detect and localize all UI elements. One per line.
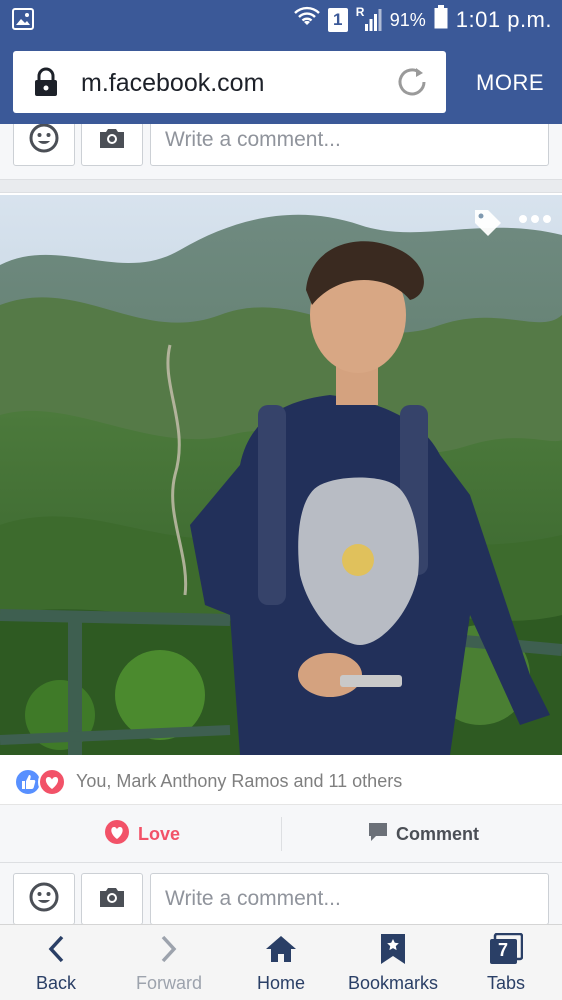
browser-toolbar: m.facebook.com MORE: [0, 40, 562, 124]
comment-label: Comment: [396, 823, 480, 844]
more-button[interactable]: MORE: [476, 70, 544, 96]
status-bar: 1 R 91% 1:01 p.m.: [0, 0, 562, 40]
wifi-icon: [293, 5, 320, 35]
smiley-icon: [29, 124, 59, 158]
love-icon: [104, 819, 130, 850]
comment-input[interactable]: Write a comment...: [150, 873, 549, 924]
tab-count: 7: [498, 940, 509, 960]
lock-icon: [33, 67, 59, 102]
battery-icon: [434, 5, 448, 35]
comment-composer: Write a comment...: [0, 124, 562, 180]
bookmarks-button[interactable]: Bookmarks: [340, 925, 446, 1000]
url-text: m.facebook.com: [81, 69, 265, 97]
sticker-button[interactable]: [13, 873, 75, 924]
camera-icon: [98, 886, 126, 913]
sim-slot-badge: 1: [327, 8, 348, 32]
app: 1 R 91% 1:01 p.m. m.facebook.com MORE Wr…: [0, 0, 562, 1000]
reactions-text: You, Mark Anthony Ramos and 11 others: [76, 771, 403, 791]
home-label: Home: [256, 973, 305, 993]
chevron-left-icon: [47, 933, 65, 965]
back-label: Back: [35, 973, 77, 993]
home-icon: [264, 933, 298, 965]
camera-icon: [98, 127, 126, 154]
gallery-notification-icon: [12, 8, 34, 35]
forward-label: Forward: [135, 973, 202, 993]
tag-icon[interactable]: [472, 207, 504, 239]
comment-input[interactable]: Write a comment...: [150, 124, 549, 166]
status-indicators: 1 R 91% 1:01 p.m.: [293, 0, 552, 40]
photo-upload-button[interactable]: [81, 873, 143, 924]
photo-upload-button[interactable]: [81, 124, 143, 166]
reactions-summary[interactable]: You, Mark Anthony Ramos and 11 others: [0, 759, 562, 805]
sticker-button[interactable]: [13, 124, 75, 166]
tabs-button[interactable]: 7 Tabs: [474, 925, 538, 1000]
address-bar[interactable]: m.facebook.com: [13, 51, 446, 113]
bookmarks-label: Bookmarks: [347, 973, 439, 993]
forward-button[interactable]: Forward: [124, 925, 214, 1000]
tabs-icon: 7: [489, 933, 523, 965]
reload-icon[interactable]: [394, 64, 430, 105]
bookmark-icon: [380, 933, 406, 965]
home-button[interactable]: Home: [238, 925, 324, 1000]
love-label: Love: [138, 823, 181, 844]
action-divider: [281, 817, 282, 851]
chevron-right-icon: [160, 933, 178, 965]
comment-composer-bottom: Write a comment...: [0, 863, 562, 924]
browser-bottom-nav: Back Forward Home Bookmarks 7 Tabs: [0, 924, 562, 1000]
reaction-icons: [14, 768, 68, 796]
more-options-icon[interactable]: [518, 213, 552, 225]
tabs-label: Tabs: [486, 973, 526, 993]
news-feed: Write a comment... You, Mark Anthony Ram…: [0, 124, 562, 924]
post-actions: Love Comment: [0, 805, 562, 863]
comment-button[interactable]: Comment: [368, 805, 479, 863]
back-button[interactable]: Back: [16, 925, 96, 1000]
signal-icon: R: [356, 5, 382, 33]
smiley-icon: [29, 882, 59, 917]
battery-percent: 91%: [389, 9, 426, 30]
clock: 1:01 p.m.: [455, 7, 552, 32]
comment-placeholder: Write a comment...: [165, 128, 341, 151]
post-card: You, Mark Anthony Ramos and 11 others Lo…: [0, 192, 562, 924]
comment-icon: [368, 822, 388, 847]
love-button[interactable]: Love: [104, 805, 180, 863]
comment-placeholder: Write a comment...: [165, 887, 341, 910]
